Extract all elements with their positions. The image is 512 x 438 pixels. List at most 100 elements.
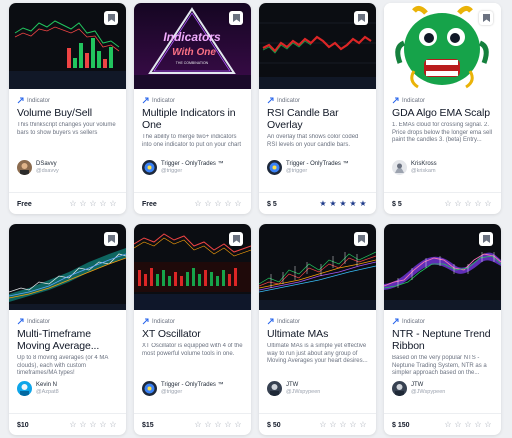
- star-icon[interactable]: ★: [338, 199, 348, 209]
- star-rating[interactable]: ☆ ☆ ☆ ☆ ☆: [443, 420, 493, 430]
- author[interactable]: Trigger - OnlyTrades ™ @trigger: [142, 160, 224, 175]
- star-icon[interactable]: ☆: [98, 199, 108, 209]
- product-thumbnail[interactable]: [259, 3, 376, 89]
- product-title[interactable]: Volume Buy/Sell: [17, 107, 120, 119]
- star-icon[interactable]: ☆: [453, 420, 463, 430]
- product-title[interactable]: Ultimate MAs: [267, 328, 370, 340]
- product-card[interactable]: Indicator Volume Buy/Sell This thinkscri…: [9, 3, 126, 214]
- star-icon[interactable]: ☆: [328, 420, 338, 430]
- author-name: DSavvy: [36, 160, 57, 167]
- star-icon[interactable]: ☆: [348, 420, 358, 430]
- star-rating[interactable]: ☆ ☆ ☆ ☆ ☆: [318, 420, 368, 430]
- product-card[interactable]: Indicator NTR - Neptune Trend Ribbon Bas…: [384, 224, 501, 435]
- product-title[interactable]: XT Oscillator: [142, 328, 245, 340]
- star-rating[interactable]: ☆ ☆ ☆ ☆ ☆: [193, 420, 243, 430]
- author[interactable]: Trigger - OnlyTrades ™ @trigger: [267, 160, 349, 175]
- product-title[interactable]: Multi-Timeframe Moving Average...: [17, 328, 120, 352]
- product-description: Ultimate MAs is a simple yet effective w…: [267, 343, 368, 364]
- product-grid: Indicator Volume Buy/Sell This thinkscri…: [0, 0, 512, 438]
- star-rating[interactable]: ★ ★ ★ ★ ★: [318, 199, 368, 209]
- star-icon[interactable]: ☆: [68, 199, 78, 209]
- star-icon[interactable]: ★: [348, 199, 358, 209]
- product-card[interactable]: Indicator Ultimate MAs Ultimate MAs is a…: [259, 224, 376, 435]
- star-icon[interactable]: ☆: [108, 199, 118, 209]
- star-icon[interactable]: ☆: [203, 420, 213, 430]
- star-icon[interactable]: ☆: [213, 199, 223, 209]
- product-description: Based on the very popular NTS - Neptune …: [392, 355, 487, 376]
- author[interactable]: Kevin N @Azpat8: [17, 381, 59, 396]
- star-icon[interactable]: ☆: [473, 199, 483, 209]
- product-title[interactable]: GDA Algo EMA Scalp: [392, 107, 495, 119]
- star-rating[interactable]: ☆ ☆ ☆ ☆ ☆: [193, 199, 243, 209]
- bookmark-icon[interactable]: [104, 232, 118, 246]
- bookmark-icon[interactable]: [104, 11, 118, 25]
- star-icon[interactable]: ☆: [453, 199, 463, 209]
- star-icon[interactable]: ☆: [98, 420, 108, 430]
- bookmark-icon[interactable]: [479, 11, 493, 25]
- star-icon[interactable]: ☆: [78, 199, 88, 209]
- product-thumbnail[interactable]: [9, 3, 126, 89]
- star-icon[interactable]: ☆: [193, 199, 203, 209]
- star-icon[interactable]: ☆: [318, 420, 328, 430]
- star-icon[interactable]: ★: [358, 199, 368, 209]
- product-title[interactable]: RSI Candle Bar Overlay: [267, 107, 370, 131]
- star-icon[interactable]: ☆: [88, 420, 98, 430]
- avatar: [17, 381, 32, 396]
- star-icon[interactable]: ☆: [483, 420, 493, 430]
- star-icon[interactable]: ☆: [338, 420, 348, 430]
- star-icon[interactable]: ☆: [193, 420, 203, 430]
- category-text: Indicator: [27, 97, 51, 104]
- star-icon[interactable]: ☆: [463, 199, 473, 209]
- star-icon[interactable]: ☆: [108, 420, 118, 430]
- author-handle: @trigger: [161, 167, 183, 174]
- star-icon[interactable]: ☆: [213, 420, 223, 430]
- product-card[interactable]: Indicator XT Oscillator XT Oscillator is…: [134, 224, 251, 435]
- product-card[interactable]: Indicator RSI Candle Bar Overlay An over…: [259, 3, 376, 214]
- star-icon[interactable]: ★: [328, 199, 338, 209]
- star-icon[interactable]: ☆: [473, 420, 483, 430]
- product-card[interactable]: Indicators With One THE COMBINATION Indi…: [134, 3, 251, 214]
- star-icon[interactable]: ☆: [78, 420, 88, 430]
- star-icon[interactable]: ☆: [88, 199, 98, 209]
- author[interactable]: DSavvy @dsavvy: [17, 160, 59, 175]
- price: $ 5: [392, 201, 402, 208]
- author[interactable]: JTW @JWspypeen: [267, 381, 320, 396]
- bookmark-icon[interactable]: [229, 11, 243, 25]
- star-icon[interactable]: ☆: [203, 199, 213, 209]
- star-icon[interactable]: ☆: [443, 199, 453, 209]
- product-card[interactable]: Indicator GDA Algo EMA Scalp 1. EMAs clo…: [384, 3, 501, 214]
- bookmark-icon[interactable]: [354, 11, 368, 25]
- product-card[interactable]: Indicator Multi-Timeframe Moving Average…: [9, 224, 126, 435]
- bookmark-icon[interactable]: [354, 232, 368, 246]
- product-title[interactable]: NTR - Neptune Trend Ribbon: [392, 328, 495, 352]
- star-icon[interactable]: ☆: [358, 420, 368, 430]
- star-icon[interactable]: ☆: [463, 420, 473, 430]
- author[interactable]: Trigger - OnlyTrades ™ @trigger: [142, 381, 224, 396]
- star-icon[interactable]: ☆: [223, 420, 233, 430]
- product-thumbnail[interactable]: Indicators With One THE COMBINATION: [134, 3, 251, 89]
- star-rating[interactable]: ☆ ☆ ☆ ☆ ☆: [68, 420, 118, 430]
- category-text: Indicator: [152, 97, 176, 104]
- product-thumbnail[interactable]: [9, 224, 126, 310]
- star-icon[interactable]: ★: [318, 199, 328, 209]
- star-rating[interactable]: ☆ ☆ ☆ ☆ ☆: [68, 199, 118, 209]
- author[interactable]: JTW @JWspypeen: [392, 381, 445, 396]
- product-thumbnail[interactable]: [259, 224, 376, 310]
- category-label: Indicator: [17, 96, 120, 105]
- product-description: XT Oscillator is equipped with 4 of the …: [142, 343, 243, 357]
- star-icon[interactable]: ☆: [443, 420, 453, 430]
- bookmark-icon[interactable]: [479, 232, 493, 246]
- product-thumbnail[interactable]: [134, 224, 251, 310]
- author[interactable]: KrisKross @kriskam: [392, 160, 437, 175]
- star-rating[interactable]: ☆ ☆ ☆ ☆ ☆: [443, 199, 493, 209]
- product-thumbnail[interactable]: [384, 3, 501, 89]
- product-thumbnail[interactable]: [384, 224, 501, 310]
- star-icon[interactable]: ☆: [223, 199, 233, 209]
- star-icon[interactable]: ☆: [68, 420, 78, 430]
- product-title[interactable]: Multiple Indicators in One: [142, 107, 245, 131]
- bookmark-icon[interactable]: [229, 232, 243, 246]
- star-icon[interactable]: ☆: [483, 199, 493, 209]
- star-icon[interactable]: ☆: [233, 199, 243, 209]
- thumb-caption-text: THE COMBINATION: [176, 61, 209, 65]
- star-icon[interactable]: ☆: [233, 420, 243, 430]
